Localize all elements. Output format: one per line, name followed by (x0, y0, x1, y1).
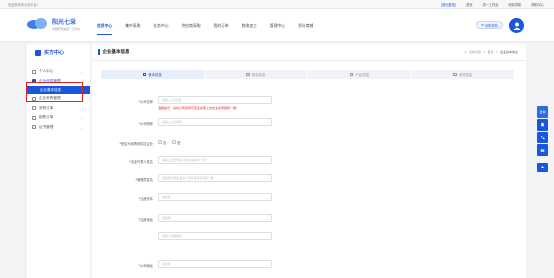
sidebar-item-certificates[interactable]: 证书管理 ⌄ (27, 123, 90, 133)
form-row-address-detail: 请输入详细地址 (92, 232, 526, 241)
logo[interactable]: 阳光七采 中国阳光集团一工作台 (27, 17, 80, 31)
plus-icon: ⊕ (481, 23, 484, 27)
tab-product-scope[interactable]: 产品范围 (308, 70, 412, 79)
registered-address-select[interactable]: 请选择 ⌄ (158, 214, 272, 222)
form-row-registered-address: *注册地址 请选择 ⌄ (92, 214, 526, 223)
qualification-icon (453, 72, 457, 77)
product-icon (349, 72, 354, 77)
avatar[interactable] (509, 18, 524, 33)
breadcrumb-current: 企业基本信息 (499, 50, 518, 54)
logo-subtitle: 中国阳光集团一工作台 (52, 27, 80, 31)
breadcrumb: ◎ 当前位置 > 首页 > 企业基本信息 (464, 50, 518, 54)
floating-toolbar: 咨询 (537, 106, 548, 156)
float-phone-button[interactable] (537, 131, 548, 144)
nav-logistics[interactable]: 物流加工 (242, 23, 257, 29)
tab-qualification[interactable]: 资质信息 (411, 70, 515, 79)
radio-option-yes[interactable]: 是 (172, 140, 180, 145)
location-icon: ◎ (464, 50, 467, 54)
admin-name-input[interactable]: 请选择管理员,最多个字并需填写名称一致 (158, 174, 272, 182)
form-row-registered-capital: *注册资本 请选择 ⌄ (92, 193, 526, 202)
annotation-highlight-box (26, 82, 83, 102)
tab-service-info[interactable]: 服务信息 (204, 70, 308, 79)
chevron-down-icon: ⌄ (80, 125, 83, 130)
logout-link[interactable]: [退出登录] (441, 2, 456, 7)
service-icon (246, 72, 250, 77)
nav-central-purchase[interactable]: 集中采购 (125, 23, 140, 29)
home-link[interactable]: 首页 (466, 2, 472, 7)
chevron-down-icon: ⌄ (265, 262, 268, 267)
title-accent-bar (98, 49, 100, 55)
certificate-icon (32, 125, 36, 130)
main-nav: 会员中心 集中采购 业务中心 供应商采购 我的订单 物流加工 管理中心 积分商城 (97, 23, 313, 35)
supplier-flag-radio-group: 否 是 (158, 140, 180, 145)
tab-basic-info[interactable]: 基本信息 (101, 70, 205, 79)
order-icon (32, 106, 36, 111)
nav-business-center[interactable]: 业务中心 (153, 23, 168, 29)
top-links: [退出登录] 首页 供一工作台 网站导航 帮助中心 (441, 2, 544, 7)
logo-title: 阳光七采 (52, 19, 77, 26)
float-service-button[interactable] (537, 118, 548, 131)
arrow-up-icon (541, 166, 544, 168)
sidebar-item-sales-orders[interactable]: 销售订单 ⌄ (27, 113, 90, 123)
document-icon (32, 115, 36, 120)
short-name-input[interactable]: 请输入公司简称 (158, 118, 272, 126)
name-warning-text: 温馨提示：请将公司名称与营业执照上的企业名称保持一致！ (158, 106, 240, 110)
form-row-short-name: *公司简称 请输入公司简称 (92, 118, 526, 127)
building-icon (35, 49, 41, 56)
form-row-company-address: *公司地址 请选择 ⌄ (92, 260, 526, 269)
workbench-link[interactable]: 供一工作台 (483, 2, 499, 7)
person-icon (32, 69, 36, 74)
address-detail-input[interactable]: 请输入详细地址 (158, 232, 272, 240)
tab-bar: 基本信息 服务信息 产品范围 资质信息 (101, 70, 515, 79)
top-bar: 欢迎您来到七采平台! [退出登录] 首页 供一工作台 网站导航 帮助中心 (0, 0, 554, 9)
main-panel: 企业基本信息 ◎ 当前位置 > 首页 > 企业基本信息 基本信息 服务信息 产品… (92, 44, 526, 278)
form-row-admin-name: *管理员姓名 请选择管理员,最多个字并需填写名称一致 (92, 174, 526, 183)
back-to-top-button[interactable] (537, 163, 548, 172)
sidebar-item-purchase-orders[interactable]: 采购订单 ⌄ (27, 104, 90, 114)
welcome-text: 欢迎您来到七采平台! (8, 3, 38, 7)
float-consult-button[interactable]: 咨询 (537, 106, 548, 118)
logo-icon (27, 18, 49, 30)
chevron-down-icon: ⌄ (80, 106, 83, 111)
form-row-supplier-flag: *是否为采购商供应企业 否 是 (119, 140, 181, 146)
page-title: 企业基本信息 (102, 50, 130, 55)
info-icon (142, 72, 147, 77)
main-header: 企业基本信息 (92, 44, 526, 61)
site-nav-link[interactable]: 网站导航 (509, 2, 522, 7)
chevron-down-icon: ⌄ (80, 70, 83, 74)
sidebar-item-personal-center[interactable]: 个人中心 ⌄ (27, 67, 90, 77)
breadcrumb-home[interactable]: 首页 (487, 50, 493, 54)
float-mail-button[interactable] (537, 144, 548, 156)
form-row-legal-rep: *法定代表人姓名 请输入法定代表人姓名(最多10个字) (92, 156, 526, 165)
nav-management[interactable]: 管理中心 (270, 23, 285, 29)
legal-rep-input[interactable]: 请输入法定代表人姓名(最多10个字) (158, 156, 272, 164)
chevron-down-icon: ⌄ (265, 195, 268, 200)
headset-icon (541, 122, 544, 127)
sidebar-title: 买方中心 (27, 44, 90, 61)
radio-option-no[interactable]: 否 (158, 140, 166, 145)
nav-my-orders[interactable]: 我的订单 (214, 23, 229, 29)
chevron-down-icon: ⌄ (265, 216, 268, 221)
nav-supplier-purchase[interactable]: 供应商采购 (182, 23, 201, 29)
nav-points-mall[interactable]: 积分商城 (298, 23, 313, 29)
chevron-down-icon: ⌄ (80, 116, 83, 120)
company-name-input[interactable]: 请输入公司名称 (158, 96, 272, 104)
help-link[interactable]: 帮助中心 (531, 2, 544, 7)
user-icon (513, 22, 520, 30)
mail-icon (540, 148, 545, 152)
phone-icon (541, 135, 545, 139)
header: 阳光七采 中国阳光集团一工作台 会员中心 集中采购 业务中心 供应商采购 我的订… (0, 9, 554, 42)
sidebar: 买方中心 个人中心 ⌄ 企业信息管理 企业基本信息 企业采购管理 ⌄ 采购订单 … (26, 44, 90, 278)
company-address-select[interactable]: 请选择 ⌄ (158, 260, 272, 268)
form-row-company-name: *公司名称 请输入公司名称 (92, 96, 526, 105)
registered-capital-select[interactable]: 请选择 ⌄ (158, 193, 272, 201)
header-action-button[interactable]: ⊕ 采购采购 (476, 21, 503, 29)
nav-member-center[interactable]: 会员中心 (97, 23, 113, 35)
